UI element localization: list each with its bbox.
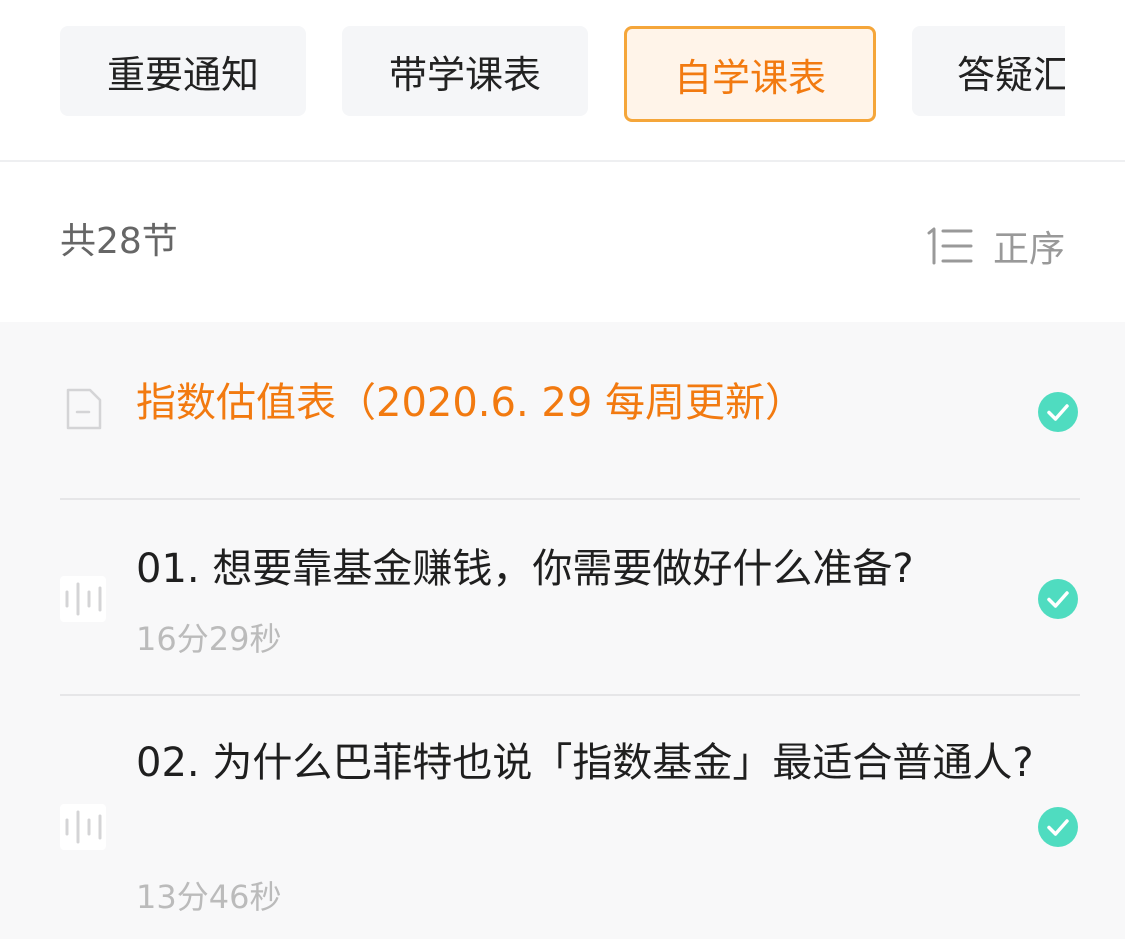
tab-label: 答疑汇 bbox=[957, 52, 1065, 97]
lesson-list: 指数估值表（2020.6. 29 每周更新） 01. 想要靠基金赚钱，你需要做好… bbox=[0, 322, 1125, 939]
list-item[interactable]: 指数估值表（2020.6. 29 每周更新） bbox=[60, 322, 1080, 500]
tab-qa-collection[interactable]: 答疑汇 bbox=[912, 26, 1065, 116]
tab-label: 重要通知 bbox=[106, 52, 259, 97]
sort-label: 正序 bbox=[992, 229, 1065, 270]
lesson-title: 02. 为什么巴菲特也说「指数基金」最适合普通人? bbox=[136, 740, 1034, 786]
list-item[interactable]: 01. 想要靠基金赚钱，你需要做好什么准备? 16分29秒 bbox=[60, 500, 1080, 696]
document-icon bbox=[66, 388, 102, 430]
completed-check-icon bbox=[1038, 807, 1078, 847]
lesson-title: 01. 想要靠基金赚钱，你需要做好什么准备? bbox=[136, 546, 914, 592]
completed-check-icon bbox=[1038, 579, 1078, 619]
completed-check-icon bbox=[1038, 392, 1078, 432]
lesson-count: 共28节 bbox=[60, 221, 178, 262]
list-summary: 共28节 正序 bbox=[0, 162, 1125, 322]
sort-order-icon bbox=[927, 227, 973, 265]
list-item[interactable]: 02. 为什么巴菲特也说「指数基金」最适合普通人? 13分46秒 bbox=[60, 696, 1080, 939]
tab-guided-schedule[interactable]: 带学课表 bbox=[342, 26, 588, 116]
tab-label: 自学课表 bbox=[673, 55, 826, 100]
lesson-title: 指数估值表（2020.6. 29 每周更新） bbox=[136, 380, 806, 426]
sort-order-button[interactable]: 正序 bbox=[925, 220, 1065, 272]
audio-icon bbox=[60, 576, 106, 622]
tab-bar: 重要通知 带学课表 自学课表 答疑汇 bbox=[0, 0, 1125, 162]
lesson-duration: 13分46秒 bbox=[136, 878, 282, 916]
audio-icon bbox=[60, 804, 106, 850]
tab-important-notices[interactable]: 重要通知 bbox=[60, 26, 306, 116]
lesson-duration: 16分29秒 bbox=[136, 620, 282, 658]
tabs-scroll-area[interactable]: 重要通知 带学课表 自学课表 答疑汇 bbox=[0, 0, 1065, 160]
tab-label: 带学课表 bbox=[388, 52, 541, 97]
tab-self-study-schedule[interactable]: 自学课表 bbox=[624, 26, 876, 122]
